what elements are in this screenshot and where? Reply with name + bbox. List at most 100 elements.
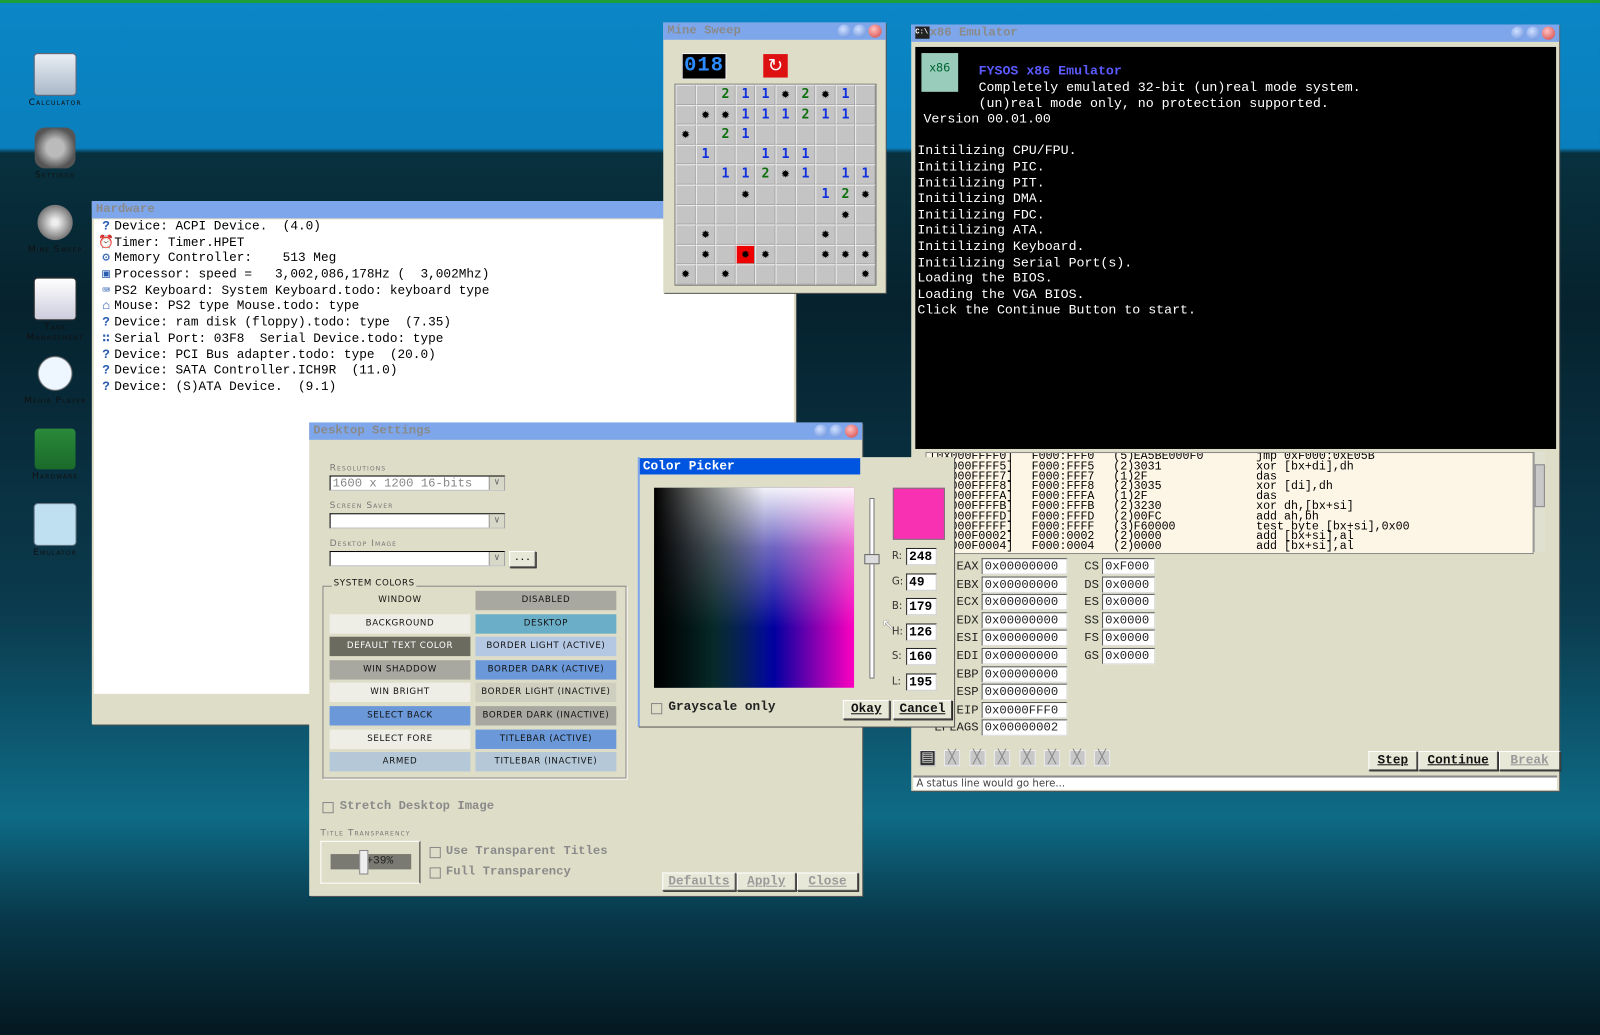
mine-cell[interactable] <box>675 224 696 245</box>
color-gradient-area[interactable] <box>654 487 855 688</box>
mine-cell[interactable] <box>775 244 796 265</box>
mine-cell[interactable] <box>795 124 816 145</box>
color-field-g[interactable]: 49 <box>906 572 937 591</box>
mine-cell[interactable] <box>775 264 796 285</box>
minesweep-titlebar[interactable]: Mine Sweep <box>663 22 886 40</box>
disasm-row[interactable]: [0x000F0004] F000:0004 (2) 0000 add [bx+si],… <box>927 541 1533 553</box>
defaults-button[interactable]: Defaults <box>662 872 736 891</box>
register-value[interactable]: 0x00000000 <box>981 558 1068 575</box>
register-value[interactable]: 0x00000000 <box>981 683 1068 701</box>
mine-cell-bomb[interactable]: ✹ <box>855 264 876 285</box>
mine-cell[interactable] <box>755 184 776 205</box>
close-icon[interactable] <box>868 24 882 38</box>
register-value[interactable]: 0x00000000 <box>981 612 1068 629</box>
register-value[interactable]: 0x00000000 <box>981 594 1068 611</box>
register-value[interactable]: 0x00000000 <box>981 647 1068 665</box>
mine-cell[interactable]: 1 <box>795 164 816 185</box>
color-swatch-disabled[interactable]: Disabled <box>475 590 617 611</box>
segment-value[interactable]: 0x0000 <box>1102 647 1156 665</box>
color-swatch-border-dark-active[interactable]: Border Dark (Active) <box>475 659 617 680</box>
mine-cell[interactable]: 1 <box>855 164 876 185</box>
emulator-console[interactable]: x86 FYSOS x86 Emulator Completely emulat… <box>915 46 1557 449</box>
chevron-down-icon[interactable]: ∨ <box>488 514 505 528</box>
screen-saver-select[interactable]: ∨ <box>329 513 506 529</box>
mine-cell[interactable] <box>795 264 816 285</box>
continue-button[interactable]: Continue <box>1418 751 1498 771</box>
segment-value[interactable]: 0x0000 <box>1102 594 1156 611</box>
mine-cell[interactable] <box>795 244 816 265</box>
mine-cell-bomb[interactable]: ✹ <box>775 164 796 185</box>
mine-cell[interactable]: 1 <box>755 144 776 165</box>
color-swatch-titlebar-active[interactable]: Titlebar (Active) <box>475 729 617 749</box>
disasm-row[interactable]: [0x000FFFF8] F000:FFF8 (2) 3035 xor [di],dh <box>927 481 1533 493</box>
mine-cell-bomb[interactable]: ✹ <box>815 244 836 265</box>
minimize-icon[interactable] <box>837 24 852 38</box>
mine-cell[interactable]: 1 <box>735 84 756 105</box>
mine-cell-bomb[interactable]: ✹ <box>715 104 736 125</box>
color-field-r[interactable]: 248 <box>906 547 937 566</box>
minimize-icon[interactable] <box>814 424 828 438</box>
mine-cell[interactable] <box>795 184 816 205</box>
mine-cell[interactable] <box>855 104 876 125</box>
mine-cell[interactable] <box>675 104 696 125</box>
hardware-list-item[interactable]: ? Device: ram disk (floppy).todo: type (7… <box>94 315 794 331</box>
desktop-image-select[interactable]: ∨ <box>329 551 506 567</box>
mine-cell[interactable] <box>835 124 856 145</box>
mine-cell[interactable]: 1 <box>775 104 796 125</box>
mine-cell[interactable] <box>715 224 736 245</box>
mine-cell[interactable] <box>675 204 696 225</box>
lightness-slider-thumb[interactable] <box>864 554 880 565</box>
disasm-row[interactable]: [0x000FFFF0] F000:FFF0 (5) EA5BE000F0 jmp 0x… <box>927 453 1533 463</box>
stretch-checkbox[interactable] <box>322 802 334 814</box>
mine-cell[interactable]: 2 <box>795 104 816 125</box>
mine-cell-bomb[interactable]: ✹ <box>855 184 876 205</box>
mine-cell[interactable] <box>835 264 856 285</box>
mine-cell[interactable]: 1 <box>835 84 856 105</box>
mine-cell[interactable] <box>855 204 876 225</box>
okay-button[interactable]: Okay <box>842 699 890 720</box>
hardware-list-item[interactable]: ⌂ Mouse: PS2 type Mouse.todo: type <box>94 299 794 315</box>
desktop-icon-mine-sweep[interactable]: Mine Sweep <box>18 202 91 255</box>
mine-cell[interactable]: 2 <box>835 184 856 205</box>
mine-cell[interactable] <box>775 124 796 145</box>
maximize-icon[interactable] <box>829 424 843 438</box>
hardware-list-item[interactable]: ∷ Serial Port: 03F8 Serial Device.todo: t… <box>94 331 794 347</box>
disasm-row[interactable]: [0x000FFFFF] F000:FFFF (3) F60000 test byte … <box>927 521 1533 533</box>
mine-cell-bomb[interactable]: ✹ <box>775 84 796 105</box>
disassembly-list[interactable]: [0x000FFFF0] F000:FFF0 (5) EA5BE000F0 jmp 0x… <box>925 452 1534 555</box>
mine-cell[interactable] <box>695 184 716 205</box>
color-swatch-default-text-color[interactable]: Default Text Color <box>329 636 471 657</box>
mine-cell[interactable] <box>795 224 816 245</box>
mine-cell[interactable]: 2 <box>715 84 736 105</box>
mine-cell-bomb[interactable]: ✹ <box>815 224 836 245</box>
mine-grid[interactable]: 2 1 1 ✹ 2 ✹ 1 ✹ ✹ 1 1 1 2 1 1 ✹ 2 1 1 1 1 1 1 1 2 ✹ 1 1 1 ✹ 1 2 ✹ ✹ ✹ ✹ ✹ ✹ ✹ ✹… <box>674 83 877 286</box>
color-swatch-border-light-active[interactable]: Border Light (Active) <box>475 636 617 657</box>
mine-cell[interactable]: 1 <box>735 164 756 185</box>
lightness-slider-track[interactable] <box>869 497 875 679</box>
mine-cell[interactable] <box>775 204 796 225</box>
hardware-list-item[interactable]: ? Device: SATA Controller.ICH9R (11.0) <box>94 363 794 379</box>
close-icon[interactable] <box>844 424 859 438</box>
mine-cell[interactable] <box>695 84 716 105</box>
mine-cell-bomb[interactable]: ✹ <box>855 244 876 265</box>
mine-cell[interactable] <box>735 144 756 165</box>
color-swatch-titlebar-inactive[interactable]: Titlebar (Inactive) <box>475 752 617 772</box>
mine-cell[interactable] <box>855 144 876 165</box>
mine-cell[interactable]: 2 <box>715 124 736 145</box>
mine-cell[interactable] <box>695 204 716 225</box>
mine-cell[interactable] <box>715 204 736 225</box>
color-swatch-select-fore[interactable]: Select Fore <box>329 729 471 749</box>
disasm-row[interactable]: [0x000FFFFA] F000:FFFA (1) 2F das <box>927 491 1533 503</box>
mine-cell-bomb[interactable]: ✹ <box>755 244 776 265</box>
disasm-row[interactable]: [0x000FFFF7] F000:FFF7 (1) 2F das <box>927 471 1533 483</box>
minimize-icon[interactable] <box>1511 26 1525 40</box>
mine-cell-bomb[interactable]: ✹ <box>695 244 716 265</box>
register-value[interactable]: 0x0000FFF0 <box>981 701 1068 719</box>
mine-cell[interactable] <box>695 264 716 285</box>
color-swatch-armed[interactable]: Armed <box>329 752 471 772</box>
register-value[interactable]: 0x00000000 <box>981 629 1068 647</box>
mine-cell[interactable]: 1 <box>815 184 836 205</box>
mine-cell[interactable] <box>815 164 836 185</box>
mine-cell[interactable]: 1 <box>735 124 756 145</box>
mine-cell[interactable] <box>675 144 696 165</box>
